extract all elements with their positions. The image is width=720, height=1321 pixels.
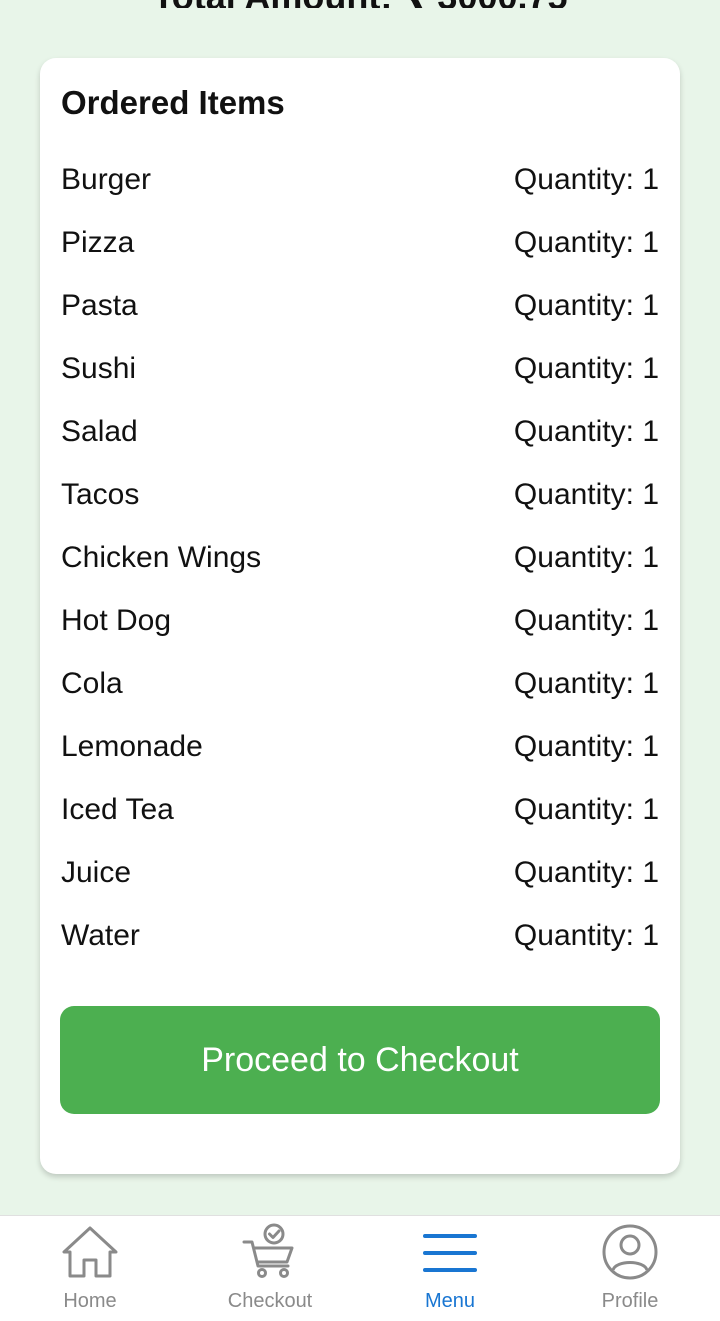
menu-icon bbox=[423, 1234, 477, 1272]
item-name: Water bbox=[61, 919, 140, 952]
item-quantity: Quantity: 1 bbox=[513, 604, 659, 637]
nav-label-checkout: Checkout bbox=[227, 1290, 313, 1312]
item-name: Chicken Wings bbox=[61, 541, 262, 574]
item-quantity: Quantity: 1 bbox=[513, 856, 659, 889]
item-quantity: Quantity: 1 bbox=[513, 919, 659, 952]
bottom-navigation: Home Checkout Menu Profile bbox=[0, 1215, 720, 1321]
list-item: Juice Quantity: 1 bbox=[61, 853, 659, 916]
cart-check-icon bbox=[242, 1223, 294, 1278]
list-item: Tacos Quantity: 1 bbox=[61, 475, 659, 538]
proceed-to-checkout-button[interactable]: Proceed to Checkout bbox=[60, 1006, 660, 1114]
ordered-items-card: Ordered Items Burger Quantity: 1 Pizza Q… bbox=[40, 58, 680, 1174]
total-amount-header: Total Amount: ₹ 3000.75 bbox=[0, 0, 720, 8]
item-name: Salad bbox=[61, 415, 138, 448]
item-name: Tacos bbox=[61, 478, 140, 511]
total-amount-text: Total Amount: ₹ 3000.75 bbox=[0, 0, 720, 8]
nav-item-home[interactable]: Home bbox=[0, 1216, 180, 1321]
item-quantity: Quantity: 1 bbox=[513, 226, 659, 259]
nav-label-menu: Menu bbox=[424, 1290, 476, 1312]
profile-icon bbox=[602, 1224, 658, 1280]
nav-item-checkout[interactable]: Checkout bbox=[180, 1216, 360, 1321]
list-item: Cola Quantity: 1 bbox=[61, 664, 659, 727]
item-name: Juice bbox=[61, 856, 132, 889]
home-icon bbox=[62, 1226, 118, 1278]
ordered-items-title: Ordered Items bbox=[61, 84, 285, 121]
nav-label-home: Home bbox=[63, 1290, 117, 1312]
item-quantity: Quantity: 1 bbox=[513, 541, 659, 574]
list-item: Iced Tea Quantity: 1 bbox=[61, 790, 659, 853]
item-name: Pizza bbox=[61, 226, 135, 259]
list-item: Lemonade Quantity: 1 bbox=[61, 727, 659, 790]
list-item: Pizza Quantity: 1 bbox=[61, 223, 659, 286]
nav-item-menu[interactable]: Menu bbox=[360, 1216, 540, 1321]
list-item: Salad Quantity: 1 bbox=[61, 412, 659, 475]
list-item: Pasta Quantity: 1 bbox=[61, 286, 659, 349]
item-quantity: Quantity: 1 bbox=[513, 289, 659, 322]
item-quantity: Quantity: 1 bbox=[513, 793, 659, 826]
item-quantity: Quantity: 1 bbox=[513, 163, 659, 196]
item-quantity: Quantity: 1 bbox=[513, 478, 659, 511]
item-name: Cola bbox=[61, 667, 123, 700]
item-quantity: Quantity: 1 bbox=[513, 730, 659, 763]
item-name: Burger bbox=[61, 163, 152, 196]
ordered-items-list: Burger Quantity: 1 Pizza Quantity: 1 Pas… bbox=[61, 160, 659, 979]
nav-item-profile[interactable]: Profile bbox=[540, 1216, 720, 1321]
list-item: Water Quantity: 1 bbox=[61, 916, 659, 979]
item-quantity: Quantity: 1 bbox=[513, 352, 659, 385]
item-name: Sushi bbox=[61, 352, 137, 385]
item-quantity: Quantity: 1 bbox=[513, 667, 659, 700]
nav-label-profile: Profile bbox=[601, 1290, 659, 1312]
list-item: Sushi Quantity: 1 bbox=[61, 349, 659, 412]
list-item: Chicken Wings Quantity: 1 bbox=[61, 538, 659, 601]
item-name: Iced Tea bbox=[61, 793, 174, 826]
item-quantity: Quantity: 1 bbox=[513, 415, 659, 448]
item-name: Pasta bbox=[61, 289, 138, 322]
list-item: Hot Dog Quantity: 1 bbox=[61, 601, 659, 664]
item-name: Hot Dog bbox=[61, 604, 172, 637]
list-item: Burger Quantity: 1 bbox=[61, 160, 659, 223]
item-name: Lemonade bbox=[61, 730, 203, 763]
